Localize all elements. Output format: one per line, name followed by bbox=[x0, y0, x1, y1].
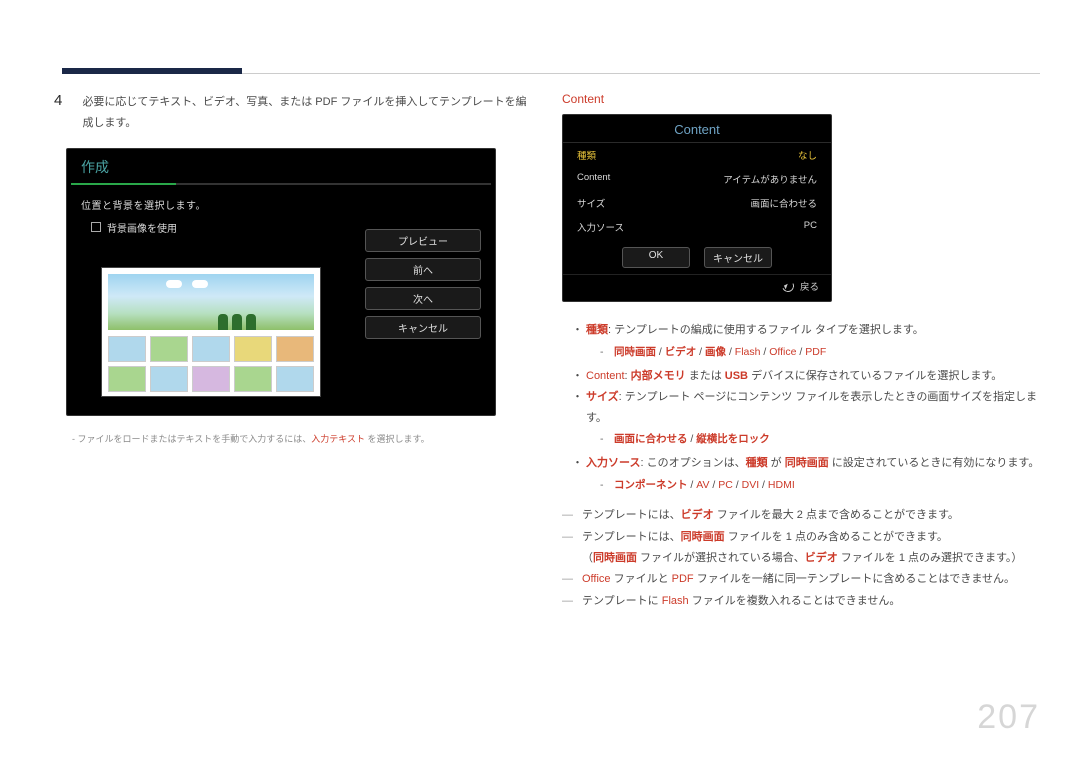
checkbox-icon bbox=[91, 222, 101, 232]
header-bar bbox=[62, 68, 1040, 74]
bullet-size: サイズ: テンプレート ページにコンテンツ ファイルを表示したときの画面サイズを… bbox=[572, 387, 1040, 450]
dash-office-pdf: Office ファイルと PDF ファイルを一緒に同一テンプレートに含めることは… bbox=[562, 569, 1040, 590]
cancel-button[interactable]: キャンセル bbox=[365, 316, 481, 339]
bullet-content: Content: 内部メモリ または USB デバイスに保存されているファイルを… bbox=[572, 366, 1040, 387]
dash-video-limit: テンプレートには、ビデオ ファイルを最大 2 点まで含めることができます。 bbox=[562, 505, 1040, 526]
ok-button[interactable]: OK bbox=[622, 247, 690, 268]
dash-flash-limit: テンプレートに Flash ファイルを複数入れることはできません。 bbox=[562, 591, 1040, 612]
return-label: 戻る bbox=[800, 279, 819, 293]
bullet-source: 入力ソース: このオプションは、種類 が 同時画面 に設定されているときに有効に… bbox=[572, 453, 1040, 495]
step-number: 4 bbox=[54, 92, 68, 109]
preview-button[interactable]: プレビュー bbox=[365, 229, 481, 252]
previous-button[interactable]: 前へ bbox=[365, 258, 481, 281]
osd-row-type[interactable]: 種類 なし bbox=[563, 143, 831, 167]
step-text: 必要に応じてテキスト、ビデオ、写真、または PDF ファイルを挿入してテンプレー… bbox=[82, 92, 532, 134]
dash-live-limit: テンプレートには、同時画面 ファイルを 1 点のみ含めることができます。 （同時… bbox=[562, 527, 1040, 570]
sub-size-options: 画面に合わせる / 縦横比をロック bbox=[600, 430, 1040, 449]
sub-source-options: コンポーネント / AV / PC / DVI / HDMI bbox=[600, 476, 1040, 495]
content-heading: Content bbox=[562, 92, 1040, 106]
dash-list: テンプレートには、ビデオ ファイルを最大 2 点まで含めることができます。 テン… bbox=[562, 505, 1040, 612]
return-icon bbox=[780, 278, 795, 293]
osd-create-panel: 作成 位置と背景を選択します。 背景画像を使用 bbox=[66, 148, 496, 416]
sub-type-options: 同時画面 / ビデオ / 画像 / Flash / Office / PDF bbox=[600, 343, 1040, 362]
bullet-type: 種類: テンプレートの編成に使用するファイル タイプを選択します。 同時画面 /… bbox=[572, 320, 1040, 362]
footnote-left: - ファイルをロードまたはテキストを手動で入力するには、入力テキスト を選択しま… bbox=[72, 432, 532, 445]
osd-create-title: 作成 bbox=[67, 149, 495, 183]
return-row[interactable]: 戻る bbox=[563, 274, 831, 301]
osd-content-title: Content bbox=[563, 115, 831, 143]
osd-row-size[interactable]: サイズ 画面に合わせる bbox=[563, 191, 831, 215]
bullet-list: 種類: テンプレートの編成に使用するファイル タイプを選択します。 同時画面 /… bbox=[572, 320, 1040, 495]
osd-row-source[interactable]: 入力ソース PC bbox=[563, 215, 831, 239]
checkbox-label: 背景画像を使用 bbox=[107, 220, 177, 235]
osd-instruction: 位置と背景を選択します。 bbox=[81, 197, 481, 212]
step-4: 4 必要に応じてテキスト、ビデオ、写真、または PDF ファイルを挿入してテンプ… bbox=[54, 92, 532, 134]
page-number: 207 bbox=[977, 698, 1040, 737]
next-button[interactable]: 次へ bbox=[365, 287, 481, 310]
osd-row-content[interactable]: Content アイテムがありません bbox=[563, 167, 831, 191]
cancel-button-content[interactable]: キャンセル bbox=[704, 247, 772, 268]
osd-content-panel: Content 種類 なし Content アイテムがありません サイズ 画面に… bbox=[562, 114, 832, 302]
thumbnail-preview bbox=[101, 267, 321, 397]
